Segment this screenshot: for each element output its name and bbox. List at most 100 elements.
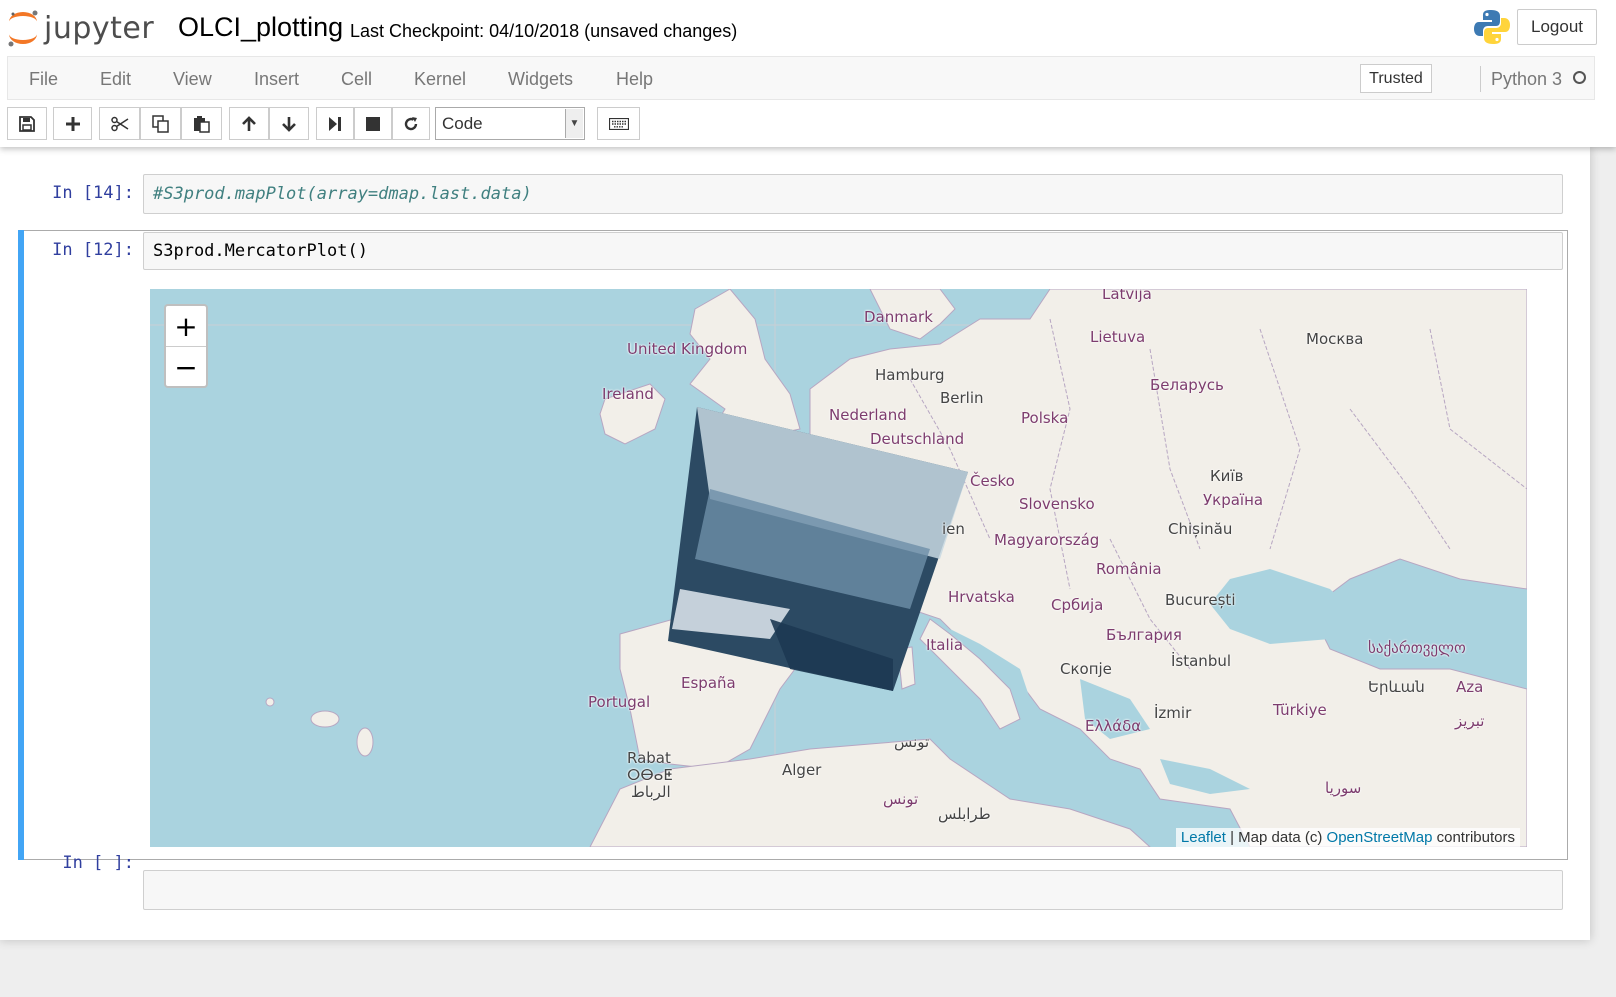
map-label: طرابلس: [938, 805, 991, 823]
move-down-button[interactable]: [269, 107, 309, 140]
map-label: Lietuva: [1090, 328, 1146, 346]
map-label: Київ: [1210, 467, 1244, 485]
attribution-text: | Map data (c): [1225, 829, 1327, 846]
map-label: Deutschland: [870, 430, 965, 448]
notebook-name[interactable]: OLCI_plotting: [178, 12, 343, 43]
map-label: United Kingdom: [627, 340, 748, 358]
map-tiles: [150, 289, 1527, 847]
copy-icon: [151, 114, 169, 133]
kernel-name[interactable]: Python 3: [1491, 69, 1562, 90]
stop-icon: [366, 116, 380, 131]
osm-link[interactable]: OpenStreetMap: [1327, 829, 1433, 846]
map-label: الرباط: [631, 783, 671, 801]
map-label: سوريا: [1325, 779, 1362, 797]
menu-view[interactable]: View: [173, 69, 212, 90]
map-label: Česko: [970, 472, 1015, 490]
map-label: Беларусь: [1150, 376, 1224, 394]
map-label: Portugal: [588, 693, 651, 711]
map-label: Danmark: [864, 308, 933, 326]
python-logo-icon: [1474, 10, 1510, 44]
checkpoint-status: Last Checkpoint: 04/10/2018 (unsaved cha…: [350, 21, 738, 41]
map-label: تونس: [894, 733, 930, 751]
map-label: Italia: [926, 636, 964, 654]
leaflet-map[interactable]: Latvija Danmark United Kingdom Lietuva М…: [150, 289, 1527, 847]
kernel-idle-icon: [1573, 71, 1586, 84]
map-label: ien: [942, 520, 965, 538]
menu-kernel[interactable]: Kernel: [414, 69, 466, 90]
map-label: İstanbul: [1171, 652, 1232, 670]
paste-icon: [193, 115, 210, 133]
copy-button[interactable]: [140, 107, 181, 140]
arrow-up-icon: [242, 115, 256, 131]
map-label: Hamburg: [875, 366, 945, 384]
run-button[interactable]: [316, 107, 354, 140]
code-cell-input[interactable]: [143, 870, 1563, 910]
code-text: #S3prod.mapPlot(array=dmap.last.data): [153, 184, 532, 204]
move-up-button[interactable]: [229, 107, 269, 140]
logout-button[interactable]: Logout: [1517, 9, 1597, 45]
save-button[interactable]: [7, 107, 47, 140]
map-label: România: [1096, 560, 1162, 578]
jupyter-logo-text: jupyter: [44, 10, 155, 46]
keyboard-icon: [608, 117, 629, 130]
map-label: Polska: [1021, 409, 1069, 427]
menu-edit[interactable]: Edit: [100, 69, 131, 90]
kernel-divider: [1480, 66, 1481, 92]
code-cell-input[interactable]: S3prod.MercatorPlot(): [143, 232, 1563, 270]
jupyter-logo[interactable]: jupyter: [6, 8, 154, 48]
map-label: Chișinău: [1168, 520, 1233, 538]
restart-icon: [404, 116, 418, 130]
zoom-in-button[interactable]: +: [166, 306, 206, 347]
zoom-control: + −: [164, 304, 208, 388]
leaflet-link[interactable]: Leaflet: [1181, 829, 1226, 846]
cut-button[interactable]: [99, 107, 140, 140]
map-label: ⵔⴱⴰⵟ: [627, 766, 673, 784]
map-label: Aza: [1456, 678, 1484, 696]
map-label: İzmir: [1154, 704, 1192, 722]
cell-type-value: Code: [442, 113, 483, 133]
map-label: საქართველო: [1368, 639, 1466, 657]
code-text: S3prod.MercatorPlot(): [153, 241, 368, 261]
menu-file[interactable]: File: [29, 69, 58, 90]
jupyter-logo-icon: [8, 10, 38, 47]
map-attribution: Leaflet | Map data (c) OpenStreetMap con…: [1175, 828, 1520, 847]
menu-insert[interactable]: Insert: [254, 69, 299, 90]
map-label: تبریز: [1455, 712, 1485, 730]
map-label: Latvija: [1102, 289, 1152, 303]
chevron-down-icon: ▼: [565, 109, 583, 138]
insert-cell-button[interactable]: [53, 107, 92, 140]
map-label: Ireland: [602, 385, 654, 403]
interrupt-button[interactable]: [354, 107, 392, 140]
map-label: Երևան: [1368, 678, 1425, 696]
menu-widgets[interactable]: Widgets: [508, 69, 573, 90]
zoom-out-button[interactable]: −: [166, 347, 206, 387]
attribution-text-end: contributors: [1432, 829, 1515, 846]
map-label: Türkiye: [1273, 701, 1327, 719]
cell-prompt: In [ ]:: [62, 853, 134, 873]
restart-button[interactable]: [392, 107, 430, 140]
command-palette-button[interactable]: [597, 107, 640, 140]
map-label: България: [1106, 626, 1182, 644]
cell-type-select[interactable]: Code ▼: [435, 107, 585, 140]
cell-prompt: In [14]:: [52, 183, 134, 203]
map-label: España: [681, 674, 736, 692]
map-label: Ελλάδα: [1085, 717, 1142, 735]
header: jupyter OLCI_plotting Last Checkpoint: 0…: [0, 0, 1616, 147]
code-cell-input[interactable]: #S3prod.mapPlot(array=dmap.last.data): [143, 174, 1563, 214]
menu-cell[interactable]: Cell: [341, 69, 372, 90]
trusted-indicator[interactable]: Trusted: [1360, 64, 1432, 93]
map-label: Nederland: [829, 406, 907, 424]
map-label: Москва: [1306, 330, 1364, 348]
paste-button[interactable]: [181, 107, 222, 140]
map-label: Україна: [1203, 491, 1264, 509]
map-label: Magyarország: [994, 531, 1100, 549]
map-label: București: [1165, 591, 1236, 609]
selected-cell-indicator: [18, 230, 24, 860]
menu-bar: File Edit View Insert Cell Kernel Widget…: [7, 56, 1595, 100]
map-label: Скопје: [1060, 660, 1112, 678]
arrow-down-icon: [282, 116, 296, 132]
menu-help[interactable]: Help: [616, 69, 653, 90]
cell-prompt: In [12]:: [52, 240, 134, 260]
notebook-container: In [14]: #S3prod.mapPlot(array=dmap.last…: [0, 147, 1590, 940]
run-icon: [329, 116, 341, 131]
